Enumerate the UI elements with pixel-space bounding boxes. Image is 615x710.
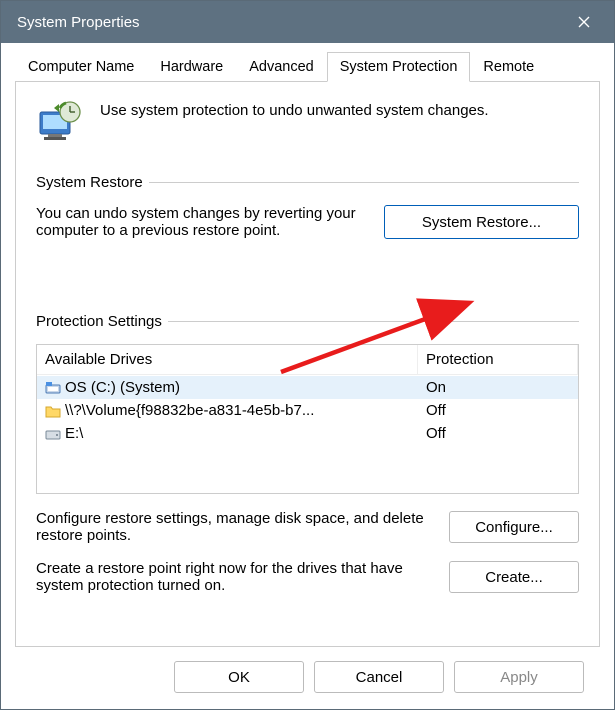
system-restore-button[interactable]: System Restore... [384, 205, 579, 239]
protection-value: On [418, 376, 578, 399]
drives-header: Available Drives Protection [37, 345, 578, 376]
configure-description: Configure restore settings, manage disk … [36, 510, 431, 544]
group-protection-settings: Protection Settings Available Drives Pro… [36, 313, 579, 594]
drive-label: E:\ [65, 425, 83, 442]
system-restore-description: You can undo system changes by reverting… [36, 205, 366, 239]
system-protection-icon [36, 98, 84, 146]
os-drive-icon [45, 380, 61, 396]
drive-icon [45, 426, 61, 442]
protection-value: Off [418, 422, 578, 445]
tab-panel: Use system protection to undo unwanted s… [15, 82, 600, 647]
table-row[interactable]: \\?\Volume{f98832be-a831-4e5b-b7... Off [37, 399, 578, 422]
ok-button[interactable]: OK [174, 661, 304, 693]
drive-label: \\?\Volume{f98832be-a831-4e5b-b7... [65, 402, 314, 419]
window-title: System Properties [17, 14, 562, 31]
tab-computer-name[interactable]: Computer Name [15, 52, 147, 82]
divider [168, 321, 579, 322]
header-row: Use system protection to undo unwanted s… [36, 98, 579, 146]
apply-button[interactable]: Apply [454, 661, 584, 693]
group-system-restore: System Restore You can undo system chang… [36, 174, 579, 257]
tab-strip: Computer Name Hardware Advanced System P… [15, 51, 600, 82]
create-button[interactable]: Create... [449, 561, 579, 593]
dialog-window: System Properties Computer Name Hardware… [0, 0, 615, 710]
column-available-drives[interactable]: Available Drives [37, 345, 418, 375]
protection-settings-title: Protection Settings [36, 313, 162, 330]
table-row[interactable]: OS (C:) (System) On [37, 376, 578, 399]
content-area: Computer Name Hardware Advanced System P… [1, 43, 614, 709]
close-button[interactable] [562, 6, 606, 38]
title-bar: System Properties [1, 1, 614, 43]
drives-body: OS (C:) (System) On \\?\Volume{f98832be-… [37, 376, 578, 493]
tab-remote[interactable]: Remote [470, 52, 547, 82]
folder-icon [45, 403, 61, 419]
tab-system-protection[interactable]: System Protection [327, 52, 471, 82]
drives-table: Available Drives Protection OS (C:) (Sys… [36, 344, 579, 494]
create-description: Create a restore point right now for the… [36, 560, 431, 594]
protection-value: Off [418, 399, 578, 422]
column-protection[interactable]: Protection [418, 345, 578, 375]
tab-hardware[interactable]: Hardware [147, 52, 236, 82]
tab-advanced[interactable]: Advanced [236, 52, 327, 82]
dialog-footer: OK Cancel Apply [15, 647, 600, 709]
system-restore-title: System Restore [36, 174, 143, 191]
close-icon [578, 16, 590, 28]
divider [149, 182, 579, 183]
cancel-button[interactable]: Cancel [314, 661, 444, 693]
table-row[interactable]: E:\ Off [37, 422, 578, 445]
drive-label: OS (C:) (System) [65, 379, 180, 396]
configure-button[interactable]: Configure... [449, 511, 579, 543]
header-text: Use system protection to undo unwanted s… [100, 98, 489, 119]
